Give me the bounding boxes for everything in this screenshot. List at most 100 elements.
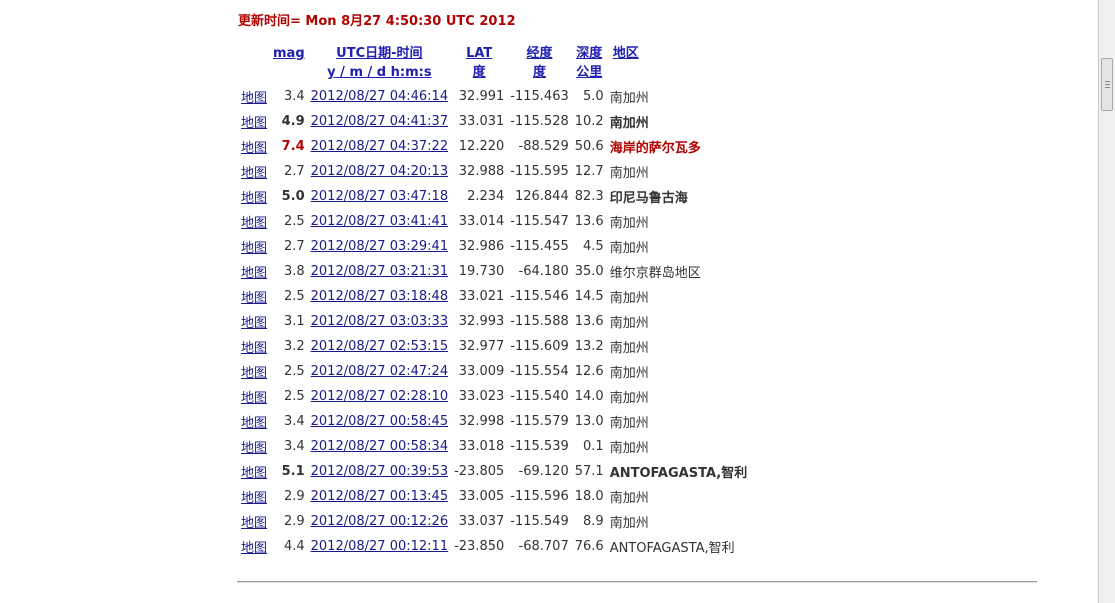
header-depth[interactable]: 深度 公里 [572, 44, 607, 84]
sort-region-link[interactable]: 地区 [613, 46, 639, 61]
cell-map[interactable]: 地图 [238, 184, 270, 209]
date-link[interactable]: 2012/08/27 04:46:14 [311, 89, 448, 104]
cell-date[interactable]: 2012/08/27 03:18:48 [308, 284, 451, 309]
cell-map[interactable]: 地图 [238, 309, 270, 334]
cell-map[interactable]: 地图 [238, 159, 270, 184]
map-link[interactable]: 地图 [241, 341, 267, 356]
map-link[interactable]: 地图 [241, 91, 267, 106]
map-link[interactable]: 地图 [241, 491, 267, 506]
map-link[interactable]: 地图 [241, 466, 267, 481]
map-link[interactable]: 地图 [241, 316, 267, 331]
map-link[interactable]: 地图 [241, 266, 267, 281]
header-date[interactable]: UTC日期-时间 y / m / d h:m:s [308, 44, 451, 84]
cell-mag: 2.5 [283, 214, 305, 229]
cell-lon: -115.528 [510, 114, 569, 129]
header-lon[interactable]: 经度度 [507, 44, 571, 84]
sort-date-link[interactable]: UTC日期-时间 y / m / d h:m:s [327, 46, 431, 80]
cell-map[interactable]: 地图 [238, 109, 270, 134]
map-link[interactable]: 地图 [241, 116, 267, 131]
cell-lon: -115.609 [510, 339, 569, 354]
cell-date[interactable]: 2012/08/27 00:12:26 [308, 509, 451, 534]
cell-map[interactable]: 地图 [238, 284, 270, 309]
cell-map[interactable]: 地图 [238, 209, 270, 234]
date-link[interactable]: 2012/08/27 03:41:41 [311, 214, 448, 229]
cell-map[interactable]: 地图 [238, 459, 270, 484]
sort-lat-link[interactable]: LAT 度 [466, 46, 492, 80]
cell-date[interactable]: 2012/08/27 03:29:41 [308, 234, 451, 259]
cell-date[interactable]: 2012/08/27 04:41:37 [308, 109, 451, 134]
cell-lon: -115.554 [510, 364, 569, 379]
cell-map[interactable]: 地图 [238, 434, 270, 459]
header-region[interactable]: 地区 [607, 44, 751, 84]
cell-date[interactable]: 2012/08/27 02:28:10 [308, 384, 451, 409]
cell-date[interactable]: 2012/08/27 00:13:45 [308, 484, 451, 509]
cell-map[interactable]: 地图 [238, 359, 270, 384]
date-link[interactable]: 2012/08/27 00:12:26 [311, 514, 448, 529]
cell-date[interactable]: 2012/08/27 00:12:11 [308, 534, 451, 559]
cell-date[interactable]: 2012/08/27 00:39:53 [308, 459, 451, 484]
map-link[interactable]: 地图 [241, 216, 267, 231]
map-link[interactable]: 地图 [241, 441, 267, 456]
scrollbar-thumb[interactable] [1101, 58, 1113, 111]
header-mag[interactable]: mag [270, 44, 308, 84]
date-link[interactable]: 2012/08/27 03:21:31 [311, 264, 448, 279]
date-link[interactable]: 2012/08/27 03:47:18 [311, 189, 448, 204]
map-link[interactable]: 地图 [241, 166, 267, 181]
grip-line [1105, 84, 1110, 85]
header-lat[interactable]: LAT 度 [451, 44, 507, 84]
date-link[interactable]: 2012/08/27 02:28:10 [311, 389, 448, 404]
table-row: 地图 5.1 2012/08/27 00:39:53 -23.805 -69.120 57… [238, 459, 750, 484]
grip-line [1105, 81, 1110, 82]
sort-lon-link[interactable]: 经度度 [527, 46, 553, 80]
cell-date[interactable]: 2012/08/27 00:58:34 [308, 434, 451, 459]
date-link[interactable]: 2012/08/27 02:53:15 [311, 339, 448, 354]
header-date-line1: UTC日期-时间 [336, 46, 423, 61]
cell-map[interactable]: 地图 [238, 534, 270, 559]
map-link[interactable]: 地图 [241, 291, 267, 306]
map-link[interactable]: 地图 [241, 241, 267, 256]
date-link[interactable]: 2012/08/27 00:58:34 [311, 439, 448, 454]
cell-date[interactable]: 2012/08/27 02:47:24 [308, 359, 451, 384]
cell-date[interactable]: 2012/08/27 00:58:45 [308, 409, 451, 434]
cell-date[interactable]: 2012/08/27 04:37:22 [308, 134, 451, 159]
cell-date[interactable]: 2012/08/27 02:53:15 [308, 334, 451, 359]
date-link[interactable]: 2012/08/27 04:41:37 [311, 114, 448, 129]
map-link[interactable]: 地图 [241, 416, 267, 431]
map-link[interactable]: 地图 [241, 191, 267, 206]
cell-region: 维尔京群岛地区 [609, 266, 701, 281]
date-link[interactable]: 2012/08/27 00:12:11 [311, 539, 448, 554]
date-link[interactable]: 2012/08/27 02:47:24 [311, 364, 448, 379]
map-link[interactable]: 地图 [241, 391, 267, 406]
cell-date[interactable]: 2012/08/27 03:47:18 [308, 184, 451, 209]
cell-map[interactable]: 地图 [238, 409, 270, 434]
cell-map[interactable]: 地图 [238, 384, 270, 409]
cell-map[interactable]: 地图 [238, 84, 270, 109]
date-link[interactable]: 2012/08/27 03:18:48 [311, 289, 448, 304]
cell-map[interactable]: 地图 [238, 484, 270, 509]
date-link[interactable]: 2012/08/27 04:37:22 [311, 139, 448, 154]
date-link[interactable]: 2012/08/27 00:39:53 [311, 464, 448, 479]
map-link[interactable]: 地图 [241, 141, 267, 156]
map-link[interactable]: 地图 [241, 541, 267, 556]
cell-lat: 33.014 [458, 214, 505, 229]
cell-date[interactable]: 2012/08/27 04:20:13 [308, 159, 451, 184]
sort-depth-link[interactable]: 深度 公里 [576, 46, 602, 80]
cell-date[interactable]: 2012/08/27 04:46:14 [308, 84, 451, 109]
cell-map[interactable]: 地图 [238, 259, 270, 284]
sort-mag-link[interactable]: mag [273, 46, 305, 61]
date-link[interactable]: 2012/08/27 03:03:33 [311, 314, 448, 329]
date-link[interactable]: 2012/08/27 04:20:13 [311, 164, 448, 179]
map-link[interactable]: 地图 [241, 516, 267, 531]
date-link[interactable]: 2012/08/27 00:13:45 [311, 489, 448, 504]
date-link[interactable]: 2012/08/27 03:29:41 [311, 239, 448, 254]
cell-date[interactable]: 2012/08/27 03:41:41 [308, 209, 451, 234]
cell-map[interactable]: 地图 [238, 334, 270, 359]
cell-depth: 13.0 [574, 414, 604, 429]
cell-map[interactable]: 地图 [238, 509, 270, 534]
date-link[interactable]: 2012/08/27 00:58:45 [311, 414, 448, 429]
cell-date[interactable]: 2012/08/27 03:21:31 [308, 259, 451, 284]
cell-map[interactable]: 地图 [238, 134, 270, 159]
map-link[interactable]: 地图 [241, 366, 267, 381]
cell-map[interactable]: 地图 [238, 234, 270, 259]
cell-date[interactable]: 2012/08/27 03:03:33 [308, 309, 451, 334]
